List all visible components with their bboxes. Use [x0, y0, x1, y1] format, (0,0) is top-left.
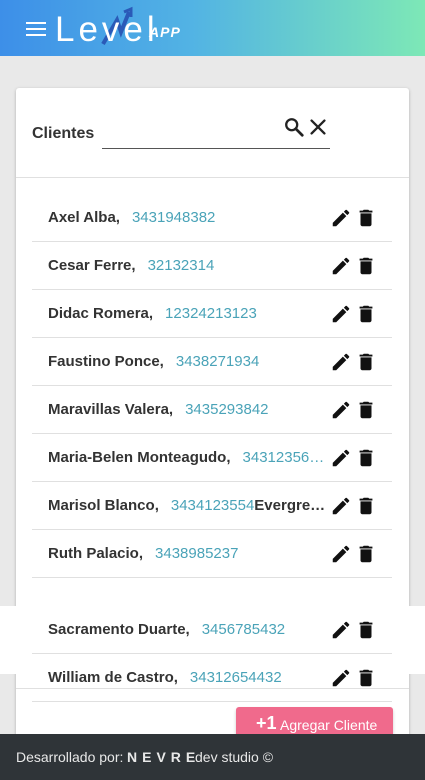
list-item[interactable]: Maria-Belen Monteagudo, 34312356…: [32, 434, 392, 482]
add-client-label: Agregar Cliente: [280, 717, 378, 733]
overlay-band: Sacramento Duarte, 3456785432 William de …: [0, 606, 425, 702]
add-client-icon: +1: [256, 713, 277, 733]
client-info: Sacramento Duarte, 3456785432: [48, 606, 328, 654]
client-phone[interactable]: 3456785432: [202, 621, 285, 638]
client-name: Didac Romera,: [48, 305, 154, 322]
edit-icon[interactable]: [330, 495, 352, 517]
client-info: Didac Romera, 12324213123: [48, 290, 328, 338]
list-item[interactable]: Maravillas Valera, 3435293842: [32, 386, 392, 434]
trash-icon[interactable]: [355, 667, 377, 689]
client-info: Faustino Ponce, 3438271934: [48, 338, 328, 386]
client-info: Maravillas Valera, 3435293842: [48, 386, 328, 434]
logo-word: Level: [55, 10, 159, 49]
client-name: Sacramento Duarte,: [48, 621, 190, 638]
list-item[interactable]: Cesar Ferre, 32132314: [32, 242, 392, 290]
client-info: William de Castro, 34312654432: [48, 654, 328, 702]
client-list: Axel Alba, 3431948382 Cesar Ferre, 3213231…: [32, 194, 392, 578]
client-extra: Evergre…: [254, 497, 326, 514]
client-phone[interactable]: 34312654432: [190, 669, 282, 686]
edit-icon[interactable]: [330, 447, 352, 469]
footer-developed-by: Desarrollado por:: [16, 749, 124, 765]
trash-icon[interactable]: [355, 303, 377, 325]
client-info: Maria-Belen Monteagudo, 34312356…: [48, 434, 328, 482]
client-phone[interactable]: 34312356…: [243, 449, 325, 466]
app-logo: Level APP: [55, 6, 190, 50]
client-phone[interactable]: 3435293842: [185, 401, 268, 418]
close-icon[interactable]: [307, 116, 329, 138]
trash-icon[interactable]: [355, 399, 377, 421]
footer-brand[interactable]: NEVRE: [127, 749, 200, 765]
trash-icon[interactable]: [355, 447, 377, 469]
edit-icon[interactable]: [330, 619, 352, 641]
client-info: Marisol Blanco, 3434123554Evergre…: [48, 482, 328, 530]
menu-icon[interactable]: [26, 21, 46, 37]
client-list-overlay: Sacramento Duarte, 3456785432 William de …: [32, 578, 392, 702]
app-footer: Desarrollado por: NEVRE dev studio ©: [0, 734, 425, 780]
client-info: Cesar Ferre, 32132314: [48, 242, 328, 290]
client-name: William de Castro,: [48, 669, 178, 686]
edit-icon[interactable]: [330, 255, 352, 277]
client-info: Axel Alba, 3431948382: [48, 194, 328, 242]
client-phone[interactable]: 32132314: [148, 257, 215, 274]
search-icon[interactable]: [283, 116, 305, 138]
trash-icon[interactable]: [355, 255, 377, 277]
list-item[interactable]: Didac Romera, 12324213123: [32, 290, 392, 338]
trash-icon[interactable]: [355, 619, 377, 641]
edit-icon[interactable]: [330, 303, 352, 325]
edit-icon[interactable]: [330, 399, 352, 421]
trash-icon[interactable]: [355, 495, 377, 517]
client-phone[interactable]: 3438271934: [176, 353, 259, 370]
trash-icon[interactable]: [355, 543, 377, 565]
client-phone[interactable]: 3434123554: [171, 497, 254, 514]
list-item[interactable]: Axel Alba, 3431948382: [32, 194, 392, 242]
list-item[interactable]: Sacramento Duarte, 3456785432: [32, 606, 392, 654]
list-item[interactable]: Marisol Blanco, 3434123554Evergre…: [32, 482, 392, 530]
search-field: [102, 116, 330, 149]
edit-icon[interactable]: [330, 351, 352, 373]
edit-icon[interactable]: [330, 667, 352, 689]
client-name: Marisol Blanco,: [48, 497, 159, 514]
list-item[interactable]: Faustino Ponce, 3438271934: [32, 338, 392, 386]
client-name: Ruth Palacio,: [48, 545, 144, 562]
client-name: Faustino Ponce,: [48, 353, 164, 370]
client-name: Maravillas Valera,: [48, 401, 174, 418]
app-header: Level APP: [0, 0, 425, 56]
client-phone[interactable]: 12324213123: [165, 305, 257, 322]
search-input[interactable]: [102, 120, 272, 144]
client-name: Maria-Belen Monteagudo,: [48, 449, 231, 466]
trash-icon[interactable]: [355, 351, 377, 373]
clients-card-header: Clientes: [16, 88, 409, 178]
edit-icon[interactable]: [330, 543, 352, 565]
page-title: Clientes: [32, 125, 95, 142]
trash-icon[interactable]: [355, 207, 377, 229]
client-phone[interactable]: 3438985237: [155, 545, 238, 562]
client-name: Axel Alba,: [48, 209, 120, 226]
list-item[interactable]: Ruth Palacio, 3438985237: [32, 530, 392, 578]
client-name: Cesar Ferre,: [48, 257, 136, 274]
client-phone[interactable]: 3431948382: [132, 209, 215, 226]
logo-app: APP: [149, 24, 181, 40]
client-info: Ruth Palacio, 3438985237: [48, 530, 328, 578]
edit-icon[interactable]: [330, 207, 352, 229]
footer-studio: dev studio ©: [195, 749, 274, 765]
list-item[interactable]: William de Castro, 34312654432: [32, 654, 392, 702]
